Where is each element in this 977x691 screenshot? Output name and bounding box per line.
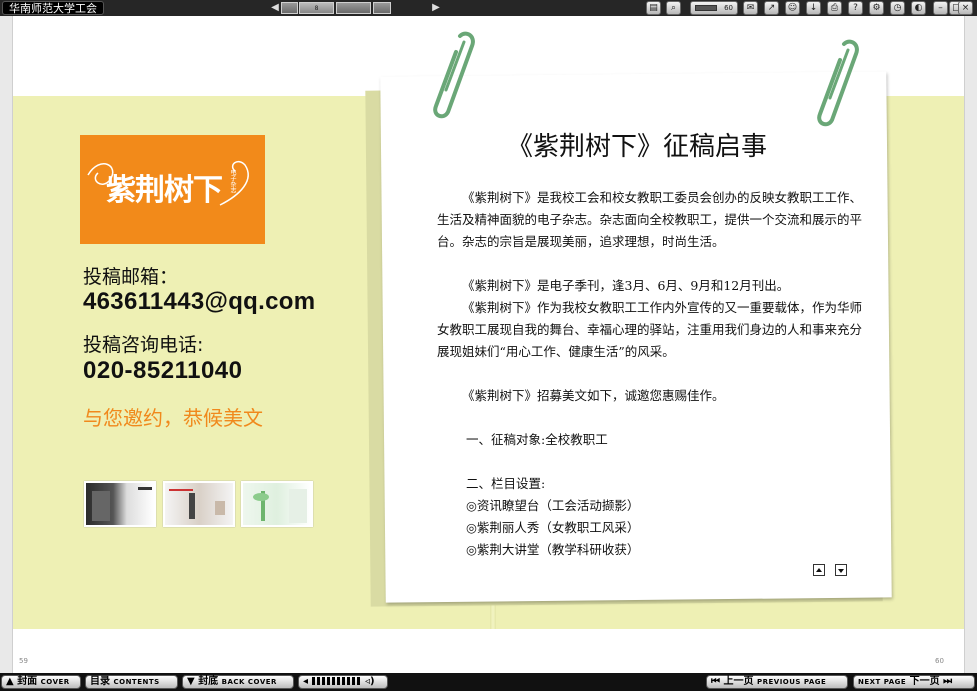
logo-text: 紫荆树下 (106, 173, 223, 208)
minimize-icon[interactable]: – (933, 1, 948, 15)
column-item: ◎资讯瞭望台（工会活动撷影） (466, 498, 640, 513)
scroll-up-button[interactable] (813, 564, 825, 576)
arrow-up-icon (816, 568, 822, 572)
arrow-up-icon: ▲ (6, 676, 14, 687)
search-icon[interactable]: ⌕ (666, 1, 681, 15)
volume-slider[interactable] (311, 677, 362, 685)
right-page-edge[interactable] (964, 16, 977, 673)
next-page-label-en: NEXT PAGE (858, 678, 907, 686)
theme-icon[interactable]: ◐ (911, 1, 926, 15)
clock-icon[interactable]: ◷ (890, 1, 905, 15)
back-cover-button[interactable]: ▼ 封底 BACK COVER (182, 675, 294, 689)
bottom-toolbar: ▲ 封面 COVER 目录 CONTENTS ▼ 封底 BACK COVER ◂… (0, 673, 977, 691)
phone-label: 投稿咨询电话: (83, 334, 204, 356)
notice-paragraph: 《紫荆树下》是我校工会和校女教职工委员会创办的反映女教职工工作、生活及精神面貌的… (437, 190, 863, 249)
notice-paragraph: 《紫荆树下》作为我校女教职工工作内外宣传的又一重要载体，作为华师女教职工展现自我… (437, 300, 863, 359)
zoom-slider[interactable] (695, 5, 717, 11)
next-page-label: 下一页 (909, 676, 940, 687)
column-item: ◎紫荆大讲堂（教学科研收获） (466, 542, 640, 557)
next-page-icon: ⏭ (943, 676, 953, 687)
email-label: 投稿邮箱： (83, 266, 179, 288)
notice-title: 《紫荆树下》征稿启事 (506, 132, 767, 162)
issue-thumbnail-2[interactable] (163, 481, 235, 527)
strip-page-thumb[interactable] (373, 2, 391, 14)
contents-label-en: CONTENTS (113, 678, 160, 686)
strip-page-thumb[interactable] (336, 2, 371, 14)
settings-icon[interactable]: ⚙ (869, 1, 884, 15)
previous-page-button[interactable]: ⏮ 上一页 PREVIOUS PAGE (706, 675, 848, 689)
back-cover-label-en: BACK COVER (221, 678, 277, 686)
paper-clip-right-icon (817, 39, 859, 127)
slogan: 与您邀约，恭候美文 (83, 406, 263, 430)
paper-clip-left-icon (433, 31, 475, 119)
section-heading: 一、征稿对象:全校教职工 (466, 432, 608, 447)
contents-button[interactable]: 目录 CONTENTS (85, 675, 178, 689)
cover-button[interactable]: ▲ 封面 COVER (1, 675, 81, 689)
nav-next-arrow-icon[interactable]: ▶ (431, 1, 441, 15)
cover-label-en: COVER (40, 678, 70, 686)
page-number-right: 60 (935, 657, 944, 665)
contents-label: 目录 (90, 676, 110, 687)
zoom-value: 60 (724, 4, 733, 12)
previous-page-icon: ⏮ (711, 676, 720, 687)
speaker-icon: ◃) (365, 676, 375, 687)
strip-page-thumb-current[interactable]: 8 (299, 2, 334, 14)
top-toolbar: 华南师范大学工会 ◀ 8 ▶ ▤ ⌕ 60 ✉ ↗ ☺ ↓ ⎙ ? ⚙ ◷ ◐ … (0, 0, 977, 16)
close-icon[interactable]: × (958, 1, 973, 15)
nav-prev-arrow-icon[interactable]: ◀ (270, 1, 280, 15)
app-title: 华南师范大学工会 (2, 1, 104, 15)
notice-paragraph: 《紫荆树下》招募美文如下，诚邀您惠赐佳作。 (462, 388, 725, 403)
user-icon[interactable]: ☺ (785, 1, 800, 15)
issue-thumbnail-3[interactable] (241, 481, 313, 527)
thumbnails-icon[interactable]: ▤ (646, 1, 661, 15)
left-page-edge[interactable] (0, 16, 13, 673)
magazine-logo: 紫荆树下 电子杂志 (80, 135, 265, 244)
strip-page-thumb[interactable] (281, 2, 298, 14)
issue-thumbnail-1[interactable] (84, 481, 156, 527)
page-number-left: 59 (19, 657, 28, 665)
email-value: 463611443@qq.com (83, 288, 316, 315)
comment-icon[interactable]: ✉ (743, 1, 758, 15)
volume-control[interactable]: ◂ ◃) (298, 675, 388, 689)
previous-page-label-en: PREVIOUS PAGE (756, 678, 827, 686)
back-cover-label: 封底 (198, 676, 219, 687)
share-icon[interactable]: ↗ (764, 1, 779, 15)
notice-paragraph: 《紫荆树下》是电子季刊，逢3月、6月、9月和12月刊出。 (462, 278, 790, 293)
previous-page-label: 上一页 (723, 676, 754, 687)
volume-low-icon: ◂ (303, 676, 309, 687)
arrow-down-icon: ▼ (187, 676, 195, 687)
print-icon[interactable]: ⎙ (827, 1, 842, 15)
download-icon[interactable]: ↓ (806, 1, 821, 15)
logo-subtitle: 电子杂志 (229, 169, 236, 193)
zoom-control[interactable]: 60 (690, 1, 738, 15)
next-page-button[interactable]: NEXT PAGE 下一页 ⏭ (853, 675, 975, 689)
section-heading: 二、栏目设置: (466, 476, 546, 491)
column-item: ◎紫荆丽人秀（女教职工风采） (466, 520, 640, 535)
cover-label: 封面 (17, 676, 38, 687)
arrow-down-icon (838, 569, 844, 573)
scroll-down-button[interactable] (835, 564, 847, 576)
phone-value: 020-85211040 (83, 357, 243, 384)
tool-icons: ▤ ⌕ 60 ✉ ↗ ☺ ↓ ⎙ ? ⚙ ◷ ◐ – □ × (646, 1, 973, 15)
help-icon[interactable]: ? (848, 1, 863, 15)
